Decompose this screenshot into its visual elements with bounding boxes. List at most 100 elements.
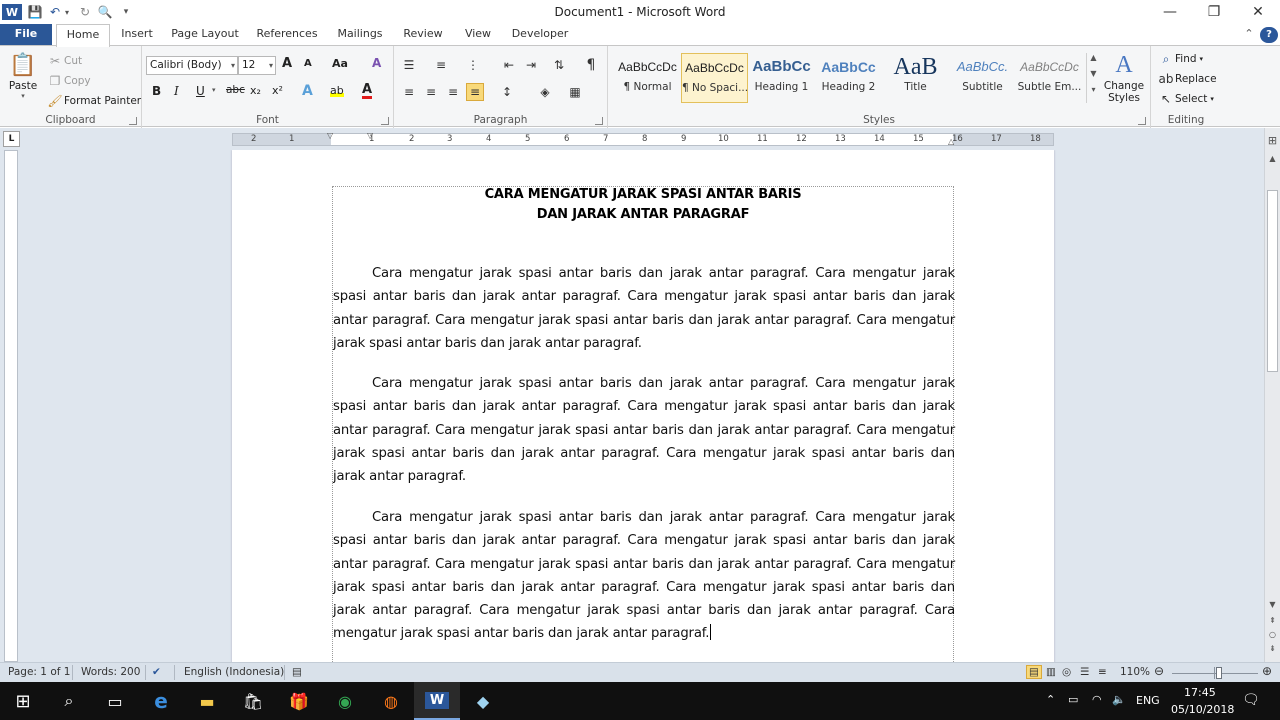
minimize-button[interactable]: — (1148, 0, 1192, 24)
font-name-select[interactable]: Calibri (Body) ▾ (146, 56, 238, 75)
vertical-scrollbar[interactable]: ⊞ ▲ ▼ ⇞ ○ ⇟ (1264, 128, 1280, 662)
styles-gallery-scroll[interactable]: ▲ ▼ ▾ (1086, 53, 1100, 103)
styles-launcher-icon[interactable] (1138, 117, 1146, 125)
file-explorer-icon[interactable]: ▬ (184, 682, 230, 720)
tab-home[interactable]: Home (56, 24, 110, 47)
scroll-down-arrow[interactable]: ▼ (1265, 600, 1280, 609)
zoom-out-icon[interactable]: ⊖ (1154, 664, 1164, 678)
restore-button[interactable]: ❐ (1192, 0, 1236, 24)
strikethrough-button[interactable]: abc (226, 84, 245, 96)
superscript-button[interactable]: x² (272, 84, 283, 97)
tab-developer[interactable]: Developer (508, 24, 572, 46)
word-taskbar-icon[interactable]: W (414, 682, 460, 720)
scroll-up-arrow[interactable]: ▲ (1265, 154, 1280, 163)
view-ruler-icon[interactable]: ⊞ (1265, 134, 1280, 147)
store-icon[interactable]: 🛍 (230, 682, 276, 720)
justify-icon[interactable]: ≡ (466, 83, 484, 101)
zoom-slider-thumb[interactable] (1216, 667, 1223, 679)
clipboard-launcher-icon[interactable] (129, 117, 137, 125)
tab-selector[interactable]: L (3, 131, 20, 147)
replace-button[interactable]: ab Replace (1157, 70, 1217, 88)
align-right-icon[interactable]: ≡ (444, 83, 462, 101)
underline-dropdown-icon[interactable]: ▾ (212, 86, 216, 94)
line-spacing-icon[interactable]: ↕ (498, 83, 516, 101)
first-line-indent-marker[interactable]: ▽ (367, 130, 373, 141)
style-no-spacing[interactable]: AaBbCcDc ¶ No Spaci... (681, 53, 748, 103)
firefox-icon[interactable]: ◍ (368, 682, 414, 720)
clear-formatting-button[interactable]: A (372, 56, 381, 70)
action-center-icon[interactable]: 🗨 (1242, 692, 1260, 708)
input-language[interactable]: ENG (1136, 694, 1160, 707)
tab-file[interactable]: File (0, 24, 52, 46)
tab-references[interactable]: References (252, 24, 322, 46)
find-button[interactable]: ⌕ Find ▾ (1157, 50, 1203, 68)
shading-icon[interactable]: ◈ (536, 83, 554, 101)
next-page-icon[interactable]: ⇟ (1265, 644, 1280, 653)
draft-view-icon[interactable]: ≡ (1098, 666, 1107, 678)
tab-insert[interactable]: Insert (114, 24, 160, 46)
macro-record-icon[interactable]: ▤ (292, 666, 302, 678)
underline-button[interactable]: U (196, 84, 205, 98)
change-styles-button[interactable]: A Change Styles (1102, 50, 1146, 105)
print-layout-view-icon[interactable]: ▤ (1026, 665, 1042, 679)
right-indent-marker[interactable]: △ (948, 136, 954, 147)
app-taskbar-icon[interactable]: ◆ (460, 682, 506, 720)
numbering-icon[interactable]: ≡ (432, 56, 450, 74)
wifi-icon[interactable]: ◠ (1092, 693, 1102, 706)
align-left-icon[interactable]: ≡ (400, 83, 418, 101)
browse-object-icon[interactable]: ○ (1265, 630, 1280, 639)
edge-icon[interactable]: e (138, 682, 184, 720)
zoom-level[interactable]: 110% (1120, 666, 1150, 678)
more-styles-icon[interactable]: ▾ (1087, 85, 1100, 101)
font-color-button[interactable]: A (362, 83, 373, 99)
grow-font-button[interactable]: A (282, 56, 292, 71)
clock-time[interactable]: 17:45 (1184, 686, 1216, 699)
change-case-button[interactable]: Aa (332, 57, 348, 70)
language-indicator[interactable]: English (Indonesia) (184, 666, 284, 678)
paragraph-2[interactable]: Cara mengatur jarak spasi antar baris da… (333, 372, 955, 488)
copy-button[interactable]: ❐ Copy (46, 72, 91, 90)
increase-indent-icon[interactable]: ⇥ (522, 56, 540, 74)
highlight-button[interactable]: ab (330, 84, 344, 97)
help-icon[interactable]: ? (1260, 27, 1278, 43)
paragraph-1[interactable]: Cara mengatur jarak spasi antar baris da… (333, 262, 955, 355)
cut-button[interactable]: ✂ Cut (46, 52, 82, 70)
bullets-icon[interactable]: ☰ (400, 56, 418, 74)
document-page[interactable]: CARA MENGATUR JARAK SPASI ANTAR BARIS DA… (232, 150, 1054, 662)
text-effects-button[interactable]: A (302, 83, 313, 99)
document-heading-line-1[interactable]: CARA MENGATUR JARAK SPASI ANTAR BARIS (333, 187, 953, 202)
font-launcher-icon[interactable] (381, 117, 389, 125)
windows-start-icon[interactable]: ⊞ (0, 682, 46, 720)
paragraph-3[interactable]: Cara mengatur jarak spasi antar baris da… (333, 506, 955, 646)
horizontal-ruler[interactable]: 2 1 1 2 3 4 5 6 7 8 9 10 11 12 13 14 15 … (232, 130, 1054, 147)
previous-page-icon[interactable]: ⇞ (1265, 616, 1280, 625)
minimize-ribbon-icon[interactable]: ⌃ (1240, 24, 1258, 46)
borders-icon[interactable]: ▦ (566, 83, 584, 101)
style-normal[interactable]: AaBbCcDc ¶ Normal (614, 53, 681, 103)
show-hide-button[interactable]: ¶ (582, 56, 600, 74)
subscript-button[interactable]: x₂ (250, 84, 261, 97)
style-subtitle[interactable]: AaBbCc. Subtitle (949, 53, 1016, 103)
chevron-down-icon[interactable]: ▼ (1087, 69, 1100, 85)
tab-page-layout[interactable]: Page Layout (168, 24, 242, 46)
tab-review[interactable]: Review (398, 24, 448, 46)
word-count[interactable]: Words: 200 (81, 666, 140, 678)
format-painter-button[interactable]: 🖌 Format Painter (46, 92, 141, 110)
proofing-icon[interactable]: ✔ (152, 666, 161, 678)
tab-view[interactable]: View (458, 24, 498, 46)
close-button[interactable]: ✕ (1236, 0, 1280, 24)
select-button[interactable]: ↖ Select ▾ (1157, 90, 1214, 108)
style-heading-1[interactable]: AaBbCc Heading 1 (748, 53, 815, 103)
web-layout-view-icon[interactable]: ◎ (1062, 666, 1071, 678)
italic-button[interactable]: I (174, 84, 179, 98)
outline-view-icon[interactable]: ☰ (1080, 666, 1089, 678)
battery-icon[interactable]: ▭ (1068, 693, 1078, 706)
paste-button[interactable]: 📋 Paste ▾ (6, 50, 40, 101)
chevron-up-icon[interactable]: ▲ (1087, 53, 1100, 69)
tab-mailings[interactable]: Mailings (332, 24, 388, 46)
full-screen-view-icon[interactable]: ▥ (1046, 666, 1056, 678)
page-count[interactable]: Page: 1 of 1 (8, 666, 70, 678)
zoom-slider-track[interactable] (1172, 673, 1258, 674)
volume-icon[interactable]: 🔈 (1112, 693, 1126, 706)
font-size-select[interactable]: 12 ▾ (238, 56, 276, 75)
